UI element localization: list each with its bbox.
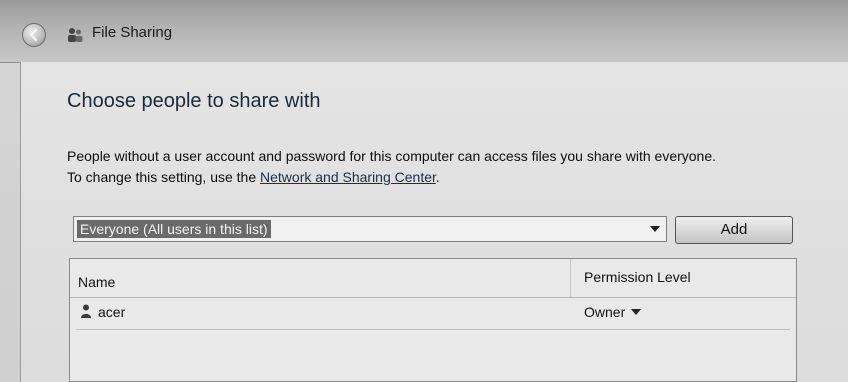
back-button[interactable] [22,23,46,47]
content-panel: Choose people to share with People witho… [20,62,848,382]
info-line-2-suffix: . [435,169,440,185]
back-arrow-icon [29,28,38,42]
file-sharing-users-icon [68,28,83,42]
page-heading: Choose people to share with [67,90,321,112]
share-list-header: Name Permission Level [70,259,796,298]
title-bar: File Sharing [0,0,848,63]
file-sharing-window: File Sharing Choose people to share with… [0,0,848,382]
add-button[interactable]: Add [675,216,793,244]
sharing-info: People without a user account and passwo… [67,146,847,188]
info-line-2-prefix: To change this setting, use the [67,169,261,185]
share-list: Name Permission Level acer Owner [69,258,797,382]
chevron-down-icon[interactable] [650,226,660,232]
user-select-value: Everyone (All users in this list) [77,220,271,238]
column-header-permission[interactable]: Permission Level [584,269,691,285]
info-line-2: To change this setting, use the Network … [67,167,847,188]
share-list-row[interactable]: acer Owner [70,298,796,326]
column-divider[interactable] [570,259,571,297]
row-divider [76,329,790,330]
network-sharing-center-link[interactable]: Network and Sharing Center [260,169,436,185]
user-select-dropdown[interactable]: Everyone (All users in this list) [73,216,667,242]
user-icon [81,304,91,318]
chevron-down-icon [631,309,642,315]
row-permission-value: Owner [584,304,626,320]
row-permission-dropdown[interactable]: Owner [584,304,642,320]
window-title: File Sharing [92,24,173,41]
row-user-name: acer [98,304,126,320]
info-line-1: People without a user account and passwo… [67,148,717,164]
column-header-name[interactable]: Name [78,274,115,290]
